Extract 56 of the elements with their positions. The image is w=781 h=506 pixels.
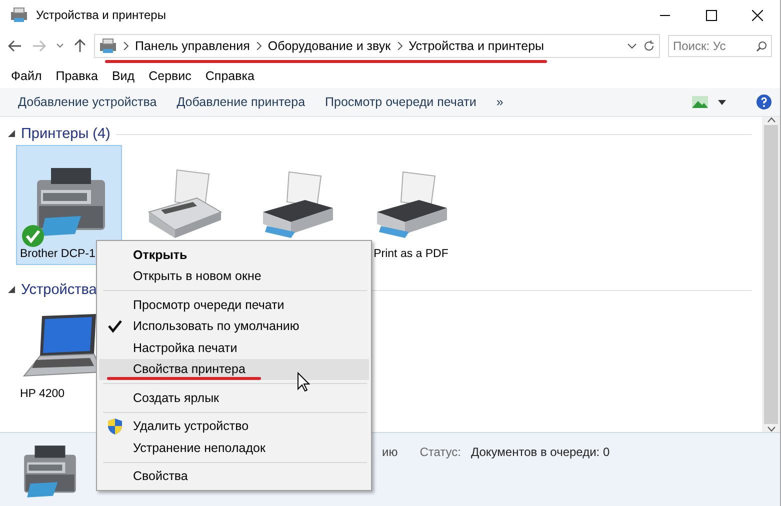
menu-item[interactable]: Удалить устройство bbox=[99, 416, 369, 437]
menu-item[interactable]: Создать ярлык bbox=[99, 387, 369, 408]
minimize-icon bbox=[660, 14, 670, 16]
chevron-right-icon bbox=[256, 42, 262, 50]
close-icon bbox=[752, 10, 762, 20]
menu-item[interactable]: Сервис bbox=[142, 69, 198, 83]
device-label: HP 4200 bbox=[20, 388, 65, 402]
status-label: Статус: bbox=[420, 445, 461, 459]
menu-item[interactable]: Просмотр очереди печати bbox=[99, 294, 369, 316]
toolbar-button[interactable]: Добавление устройства bbox=[8, 91, 167, 113]
chevron-down-icon[interactable] bbox=[627, 43, 637, 49]
menu-item[interactable]: Вид bbox=[104, 69, 142, 83]
group-title: Устройства bbox=[21, 282, 97, 298]
menu-item[interactable]: Настройка печати bbox=[99, 337, 369, 358]
search-field[interactable]: Поиск: Ус bbox=[668, 35, 772, 57]
toolbar-button[interactable]: Добавление принтера bbox=[166, 91, 316, 113]
device-label: Brother DCP-1 bbox=[20, 248, 96, 262]
chevron-right-icon bbox=[396, 42, 403, 50]
menu-item[interactable]: Свойства bbox=[99, 466, 369, 487]
menu-item[interactable]: Свойства принтера bbox=[99, 358, 369, 380]
refresh-icon[interactable] bbox=[643, 40, 655, 52]
printer-icon bbox=[99, 38, 117, 54]
up-arrow-icon[interactable] bbox=[74, 39, 86, 53]
breadcrumb-item[interactable]: Оборудование и звук bbox=[268, 39, 391, 53]
menu-item[interactable]: Правка bbox=[48, 69, 105, 83]
toolbar-button[interactable]: » bbox=[486, 91, 514, 113]
picture-icon[interactable] bbox=[692, 96, 708, 108]
mouse-cursor-icon bbox=[297, 372, 310, 392]
help-icon[interactable] bbox=[756, 94, 772, 110]
menu-item[interactable]: Файл bbox=[4, 69, 49, 83]
group-title: Принтеры (4) bbox=[21, 126, 110, 142]
caret-icon[interactable] bbox=[718, 100, 726, 104]
chevron-down-icon[interactable] bbox=[766, 426, 776, 432]
menu-item[interactable]: Использовать по умолчанию bbox=[99, 316, 369, 337]
maximize-icon bbox=[706, 10, 716, 20]
collapse-arrow-icon[interactable] bbox=[8, 130, 15, 137]
scrollbar[interactable] bbox=[762, 117, 780, 432]
toolbar-button[interactable]: Просмотр очереди печати bbox=[315, 91, 486, 113]
detail-text: ию bbox=[382, 445, 398, 459]
printer-icon bbox=[10, 7, 28, 23]
chevron-down-icon[interactable] bbox=[56, 43, 64, 49]
back-arrow-icon[interactable] bbox=[8, 40, 22, 52]
status-value: Документов в очереди: 0 bbox=[470, 445, 610, 459]
menu-item[interactable]: Открыть в новом окне bbox=[99, 266, 369, 287]
chevron-right-icon bbox=[123, 42, 129, 50]
device-tile[interactable]: Brother DCP-1 bbox=[16, 145, 122, 265]
menu-item[interactable]: Устранение неполадок bbox=[99, 437, 369, 458]
menu-item[interactable]: Справка bbox=[198, 69, 262, 83]
collapse-arrow-icon[interactable] bbox=[8, 286, 15, 293]
chevron-up-icon[interactable] bbox=[766, 117, 776, 123]
breadcrumb-item[interactable]: Панель управления bbox=[135, 39, 250, 53]
breadcrumb-item[interactable]: Устройства и принтеры bbox=[408, 39, 544, 53]
search-icon bbox=[756, 40, 767, 52]
shield-icon bbox=[107, 418, 123, 435]
window-title: Устройства и принтеры bbox=[36, 8, 167, 22]
device-label: Print as a PDF bbox=[374, 248, 448, 262]
